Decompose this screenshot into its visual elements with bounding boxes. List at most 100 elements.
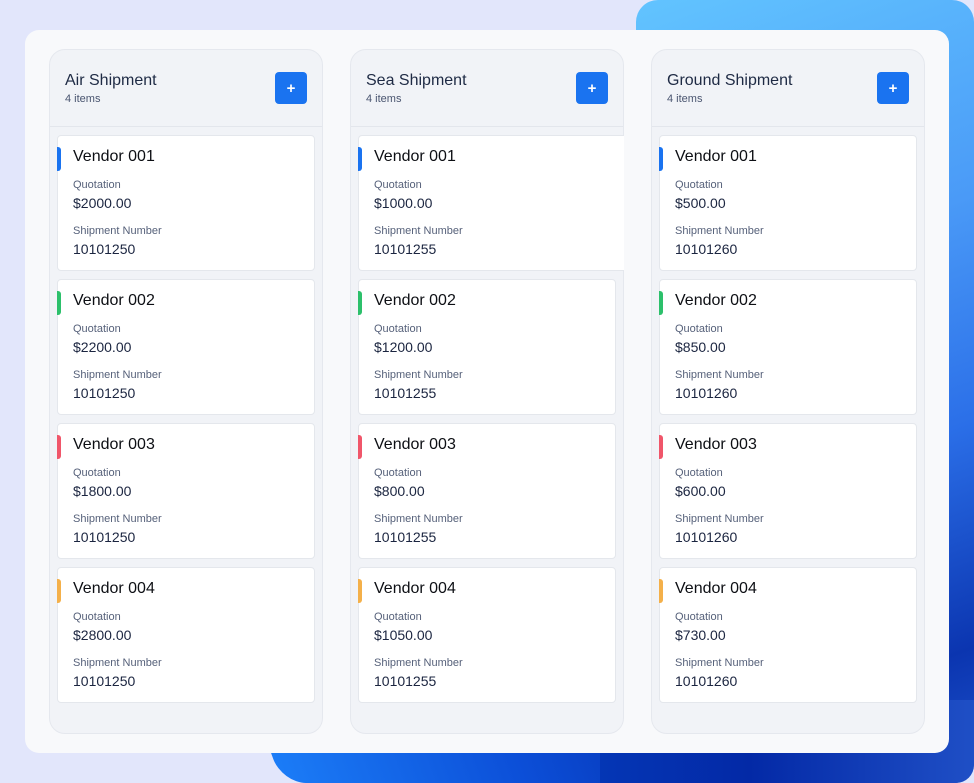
- quotation-value: $850.00: [675, 339, 726, 355]
- shipment-number-value: 10101255: [374, 529, 437, 545]
- column-header: Air Shipment 4 items +: [50, 50, 322, 127]
- vendor-card[interactable]: Vendor 004 Quotation $730.00 Shipment Nu…: [659, 567, 917, 703]
- shipment-number-label: Shipment Number: [675, 225, 764, 237]
- shipment-number-label: Shipment Number: [73, 225, 162, 237]
- shipment-number-value: 10101250: [73, 673, 136, 689]
- shipment-number-label: Shipment Number: [73, 513, 162, 525]
- quotation-label: Quotation: [675, 611, 723, 623]
- vendor-card[interactable]: Vendor 002 Quotation $2200.00 Shipment N…: [57, 279, 315, 415]
- add-card-button[interactable]: +: [576, 72, 608, 104]
- shipment-number-label: Shipment Number: [675, 369, 764, 381]
- vendor-name: Vendor 001: [675, 148, 757, 165]
- vendor-color-indicator: [57, 147, 61, 171]
- shipment-number-label: Shipment Number: [675, 657, 764, 669]
- shipment-number-value: 10101260: [675, 241, 738, 257]
- shipment-number-value: 10101260: [675, 529, 738, 545]
- quotation-value: $600.00: [675, 483, 726, 499]
- column-ground-shipment: Ground Shipment 4 items + Vendor 001 Quo…: [651, 49, 925, 734]
- column-item-count: 4 items: [65, 93, 101, 105]
- shipment-number-label: Shipment Number: [73, 369, 162, 381]
- quotation-label: Quotation: [675, 179, 723, 191]
- shipment-number-value: 10101250: [73, 529, 136, 545]
- shipment-number-value: 10101255: [374, 241, 437, 257]
- add-card-button[interactable]: +: [275, 72, 307, 104]
- vendor-name: Vendor 004: [73, 580, 155, 597]
- quotation-label: Quotation: [73, 179, 121, 191]
- quotation-label: Quotation: [73, 323, 121, 335]
- vendor-color-indicator: [659, 147, 663, 171]
- vendor-color-indicator: [659, 291, 663, 315]
- vendor-name: Vendor 003: [675, 436, 757, 453]
- quotation-value: $800.00: [374, 483, 425, 499]
- shipment-number-label: Shipment Number: [374, 513, 463, 525]
- column-item-count: 4 items: [366, 93, 402, 105]
- vendor-card[interactable]: Vendor 003 Quotation $600.00 Shipment Nu…: [659, 423, 917, 559]
- shipment-number-value: 10101260: [675, 673, 738, 689]
- column-title: Sea Shipment: [366, 72, 467, 89]
- shipment-number-label: Shipment Number: [675, 513, 764, 525]
- column-air-shipment: Air Shipment 4 items + Vendor 001 Quotat…: [49, 49, 323, 734]
- column-title: Air Shipment: [65, 72, 157, 89]
- vendor-name: Vendor 002: [374, 292, 456, 309]
- vendor-card[interactable]: Vendor 002 Quotation $1200.00 Shipment N…: [358, 279, 616, 415]
- quotation-label: Quotation: [73, 467, 121, 479]
- vendor-name: Vendor 001: [374, 148, 456, 165]
- quotation-label: Quotation: [374, 467, 422, 479]
- quotation-value: $2000.00: [73, 195, 132, 211]
- quotation-label: Quotation: [374, 323, 422, 335]
- vendor-color-indicator: [358, 291, 362, 315]
- quotation-label: Quotation: [374, 611, 422, 623]
- vendor-card[interactable]: Vendor 001 Quotation $500.00 Shipment Nu…: [659, 135, 917, 271]
- column-item-count: 4 items: [667, 93, 703, 105]
- vendor-color-indicator: [659, 435, 663, 459]
- vendor-color-indicator: [358, 579, 362, 603]
- column-header: Sea Shipment 4 items +: [351, 50, 623, 127]
- vendor-card[interactable]: Vendor 003 Quotation $1800.00 Shipment N…: [57, 423, 315, 559]
- vendor-card[interactable]: Vendor 004 Quotation $1050.00 Shipment N…: [358, 567, 616, 703]
- vendor-card[interactable]: Vendor 004 Quotation $2800.00 Shipment N…: [57, 567, 315, 703]
- column-header: Ground Shipment 4 items +: [652, 50, 924, 127]
- vendor-color-indicator: [57, 435, 61, 459]
- plus-icon: +: [587, 79, 597, 97]
- vendor-color-indicator: [659, 579, 663, 603]
- vendor-name: Vendor 002: [675, 292, 757, 309]
- quotation-value: $2800.00: [73, 627, 132, 643]
- vendor-name: Vendor 004: [374, 580, 456, 597]
- shipment-number-label: Shipment Number: [374, 657, 463, 669]
- column-sea-shipment: Sea Shipment 4 items + Vendor 001 Quotat…: [350, 49, 624, 734]
- vendor-card[interactable]: Vendor 001 Quotation $2000.00 Shipment N…: [57, 135, 315, 271]
- shipment-number-label: Shipment Number: [374, 225, 463, 237]
- quotation-value: $1200.00: [374, 339, 433, 355]
- quotation-label: Quotation: [374, 179, 422, 191]
- quotation-value: $1050.00: [374, 627, 433, 643]
- vendor-color-indicator: [358, 147, 362, 171]
- kanban-board: Air Shipment 4 items + Vendor 001 Quotat…: [25, 30, 949, 753]
- vendor-name: Vendor 003: [73, 436, 155, 453]
- quotation-value: $730.00: [675, 627, 726, 643]
- quotation-value: $1800.00: [73, 483, 132, 499]
- quotation-label: Quotation: [73, 611, 121, 623]
- column-title: Ground Shipment: [667, 72, 793, 89]
- vendor-card[interactable]: Vendor 003 Quotation $800.00 Shipment Nu…: [358, 423, 616, 559]
- plus-icon: +: [286, 79, 296, 97]
- shipment-number-label: Shipment Number: [374, 369, 463, 381]
- quotation-label: Quotation: [675, 467, 723, 479]
- quotation-value: $1000.00: [374, 195, 433, 211]
- shipment-number-value: 10101260: [675, 385, 738, 401]
- vendor-name: Vendor 004: [675, 580, 757, 597]
- quotation-label: Quotation: [675, 323, 723, 335]
- vendor-name: Vendor 001: [73, 148, 155, 165]
- vendor-name: Vendor 003: [374, 436, 456, 453]
- vendor-name: Vendor 002: [73, 292, 155, 309]
- shipment-number-label: Shipment Number: [73, 657, 162, 669]
- add-card-button[interactable]: +: [877, 72, 909, 104]
- shipment-number-value: 10101255: [374, 385, 437, 401]
- shipment-number-value: 10101250: [73, 241, 136, 257]
- shipment-number-value: 10101250: [73, 385, 136, 401]
- quotation-value: $2200.00: [73, 339, 132, 355]
- vendor-card[interactable]: Vendor 001 Quotation $1000.00 Shipment N…: [358, 135, 624, 271]
- shipment-number-value: 10101255: [374, 673, 437, 689]
- quotation-value: $500.00: [675, 195, 726, 211]
- vendor-color-indicator: [57, 579, 61, 603]
- vendor-card[interactable]: Vendor 002 Quotation $850.00 Shipment Nu…: [659, 279, 917, 415]
